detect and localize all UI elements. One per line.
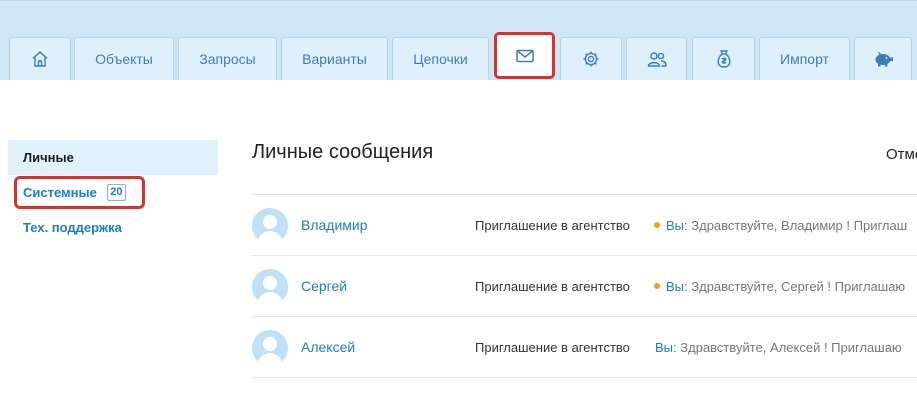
message-sender[interactable]: Сергей <box>301 278 347 294</box>
tab-finance[interactable] <box>692 37 755 80</box>
message-row[interactable]: Алексей Приглашение в агентство Вы: Здра… <box>252 317 917 378</box>
message-preview: Вы: Здравствуйте, Алексей ! Приглашаю <box>655 340 902 355</box>
message-row[interactable]: Владимир Приглашение в агентство Вы: Здр… <box>252 195 917 256</box>
tab-savings[interactable] <box>854 37 912 80</box>
tab-variants[interactable]: Варианты <box>281 37 388 80</box>
tab-objects[interactable]: Объекты <box>74 37 174 80</box>
messages-list: Владимир Приглашение в агентство Вы: Здр… <box>252 194 917 378</box>
unread-dot-icon <box>654 283 660 289</box>
sidebar-item-system-label: Системные <box>23 185 97 200</box>
avatar <box>252 269 288 305</box>
mark-all-read-link[interactable]: Отме <box>886 146 917 163</box>
message-preview: Вы: Здравствуйте, Владимир ! Приглаш <box>654 218 907 233</box>
tab-requests[interactable]: Запросы <box>178 37 277 80</box>
tab-objects-label: Объекты <box>95 51 153 67</box>
top-navigation: Объекты Запросы Варианты Цепочки Импорт <box>0 0 917 80</box>
message-author-prefix: Вы: <box>655 340 677 355</box>
tab-import[interactable]: Импорт <box>759 37 850 80</box>
sidebar-item-support-label: Тех. поддержка <box>23 220 122 235</box>
sidebar-item-personal-label: Личные <box>23 150 74 165</box>
message-author-prefix: Вы: <box>666 279 688 294</box>
sidebar-item-support[interactable]: Тех. поддержка <box>8 210 218 245</box>
tab-settings[interactable] <box>560 37 622 80</box>
message-subject: Приглашение в агентство <box>475 279 630 294</box>
users-icon <box>646 50 668 68</box>
tab-chains-label: Цепочки <box>413 51 468 67</box>
message-preview-text: Здравствуйте, Владимир ! Приглаш <box>691 218 908 233</box>
tab-chains[interactable]: Цепочки <box>392 37 489 80</box>
sidebar-item-system[interactable]: Системные 20 <box>14 176 145 209</box>
tab-requests-label: Запросы <box>199 51 256 67</box>
message-author-prefix: Вы: <box>666 218 688 233</box>
envelope-icon <box>515 48 535 64</box>
money-bag-icon <box>714 48 734 70</box>
unread-dot-icon <box>654 222 660 228</box>
message-subject: Приглашение в агентство <box>475 340 630 355</box>
message-row[interactable]: Сергей Приглашение в агентство Вы: Здрав… <box>252 256 917 317</box>
system-count-badge: 20 <box>106 184 126 201</box>
message-sender[interactable]: Алексей <box>301 339 355 355</box>
avatar <box>252 330 288 366</box>
home-icon <box>30 49 50 69</box>
tab-import-label: Импорт <box>780 51 829 67</box>
message-preview-text: Здравствуйте, Алексей ! Приглашаю <box>680 340 902 355</box>
tab-home[interactable] <box>9 37 71 80</box>
message-subject: Приглашение в агентство <box>475 218 630 233</box>
message-sender[interactable]: Владимир <box>301 217 368 233</box>
message-preview-text: Здравствуйте, Сергей ! Приглашаю <box>691 279 906 294</box>
tab-variants-label: Варианты <box>302 51 367 67</box>
gear-icon <box>581 49 601 69</box>
message-preview: Вы: Здравствуйте, Сергей ! Приглашаю <box>654 279 905 294</box>
avatar <box>252 208 288 244</box>
message-folders-sidebar: Личные Системные 20 Тех. поддержка <box>8 140 218 245</box>
page-title: Личные сообщения <box>252 141 434 163</box>
tab-messages[interactable] <box>494 32 555 79</box>
tab-users[interactable] <box>626 37 687 80</box>
piggy-bank-icon <box>872 50 894 68</box>
sidebar-item-personal[interactable]: Личные <box>8 140 218 175</box>
